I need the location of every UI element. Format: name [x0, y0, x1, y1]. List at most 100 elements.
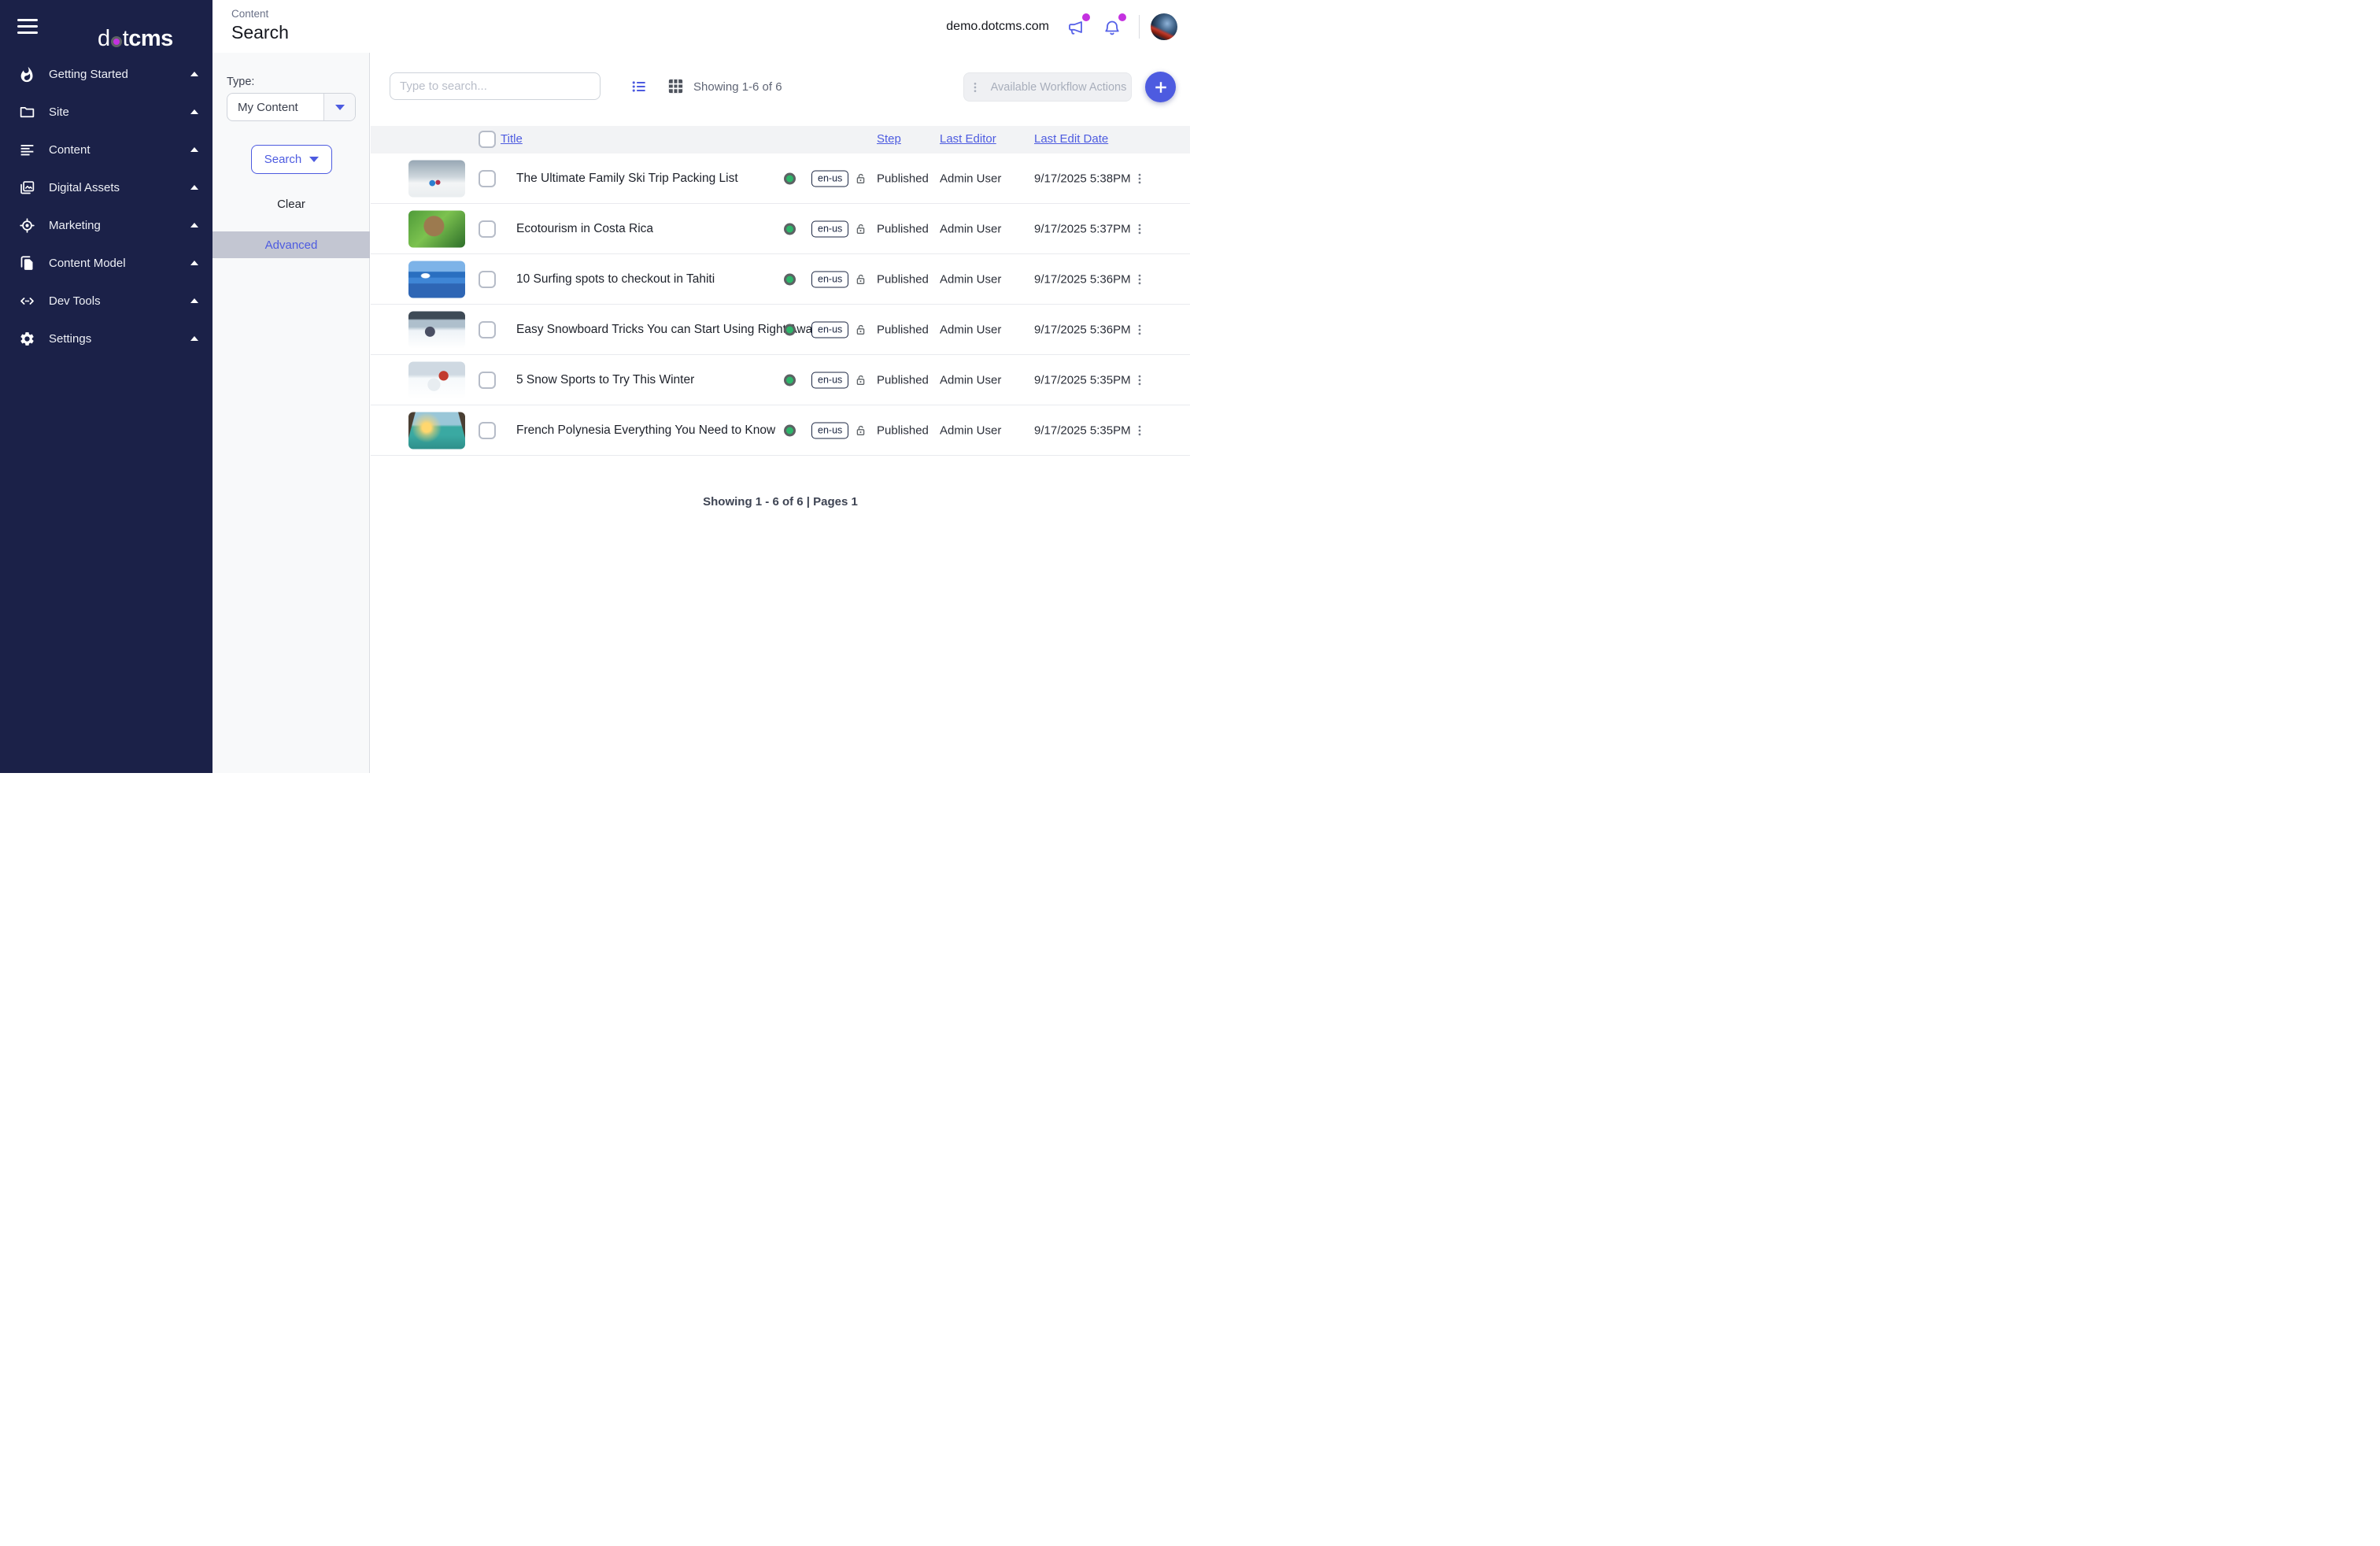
- chevron-up-icon[interactable]: [190, 298, 198, 303]
- plus-icon: [1154, 80, 1168, 94]
- chevron-down-icon: [309, 157, 319, 162]
- row-checkbox[interactable]: [479, 271, 496, 288]
- column-title[interactable]: Title: [501, 132, 523, 146]
- content-type-select[interactable]: My Content: [227, 93, 356, 121]
- table-row[interactable]: Easy Snowboard Tricks You can Start Usin…: [371, 305, 1190, 355]
- bell-icon: [1103, 18, 1122, 37]
- gear-icon: [19, 331, 35, 347]
- status-dot: [784, 324, 796, 335]
- row-editor: Admin User: [940, 222, 1001, 235]
- user-avatar[interactable]: [1151, 13, 1177, 40]
- sidebar-item-digital-assets[interactable]: Digital Assets: [0, 168, 213, 206]
- table-row[interactable]: French Polynesia Everything You Need to …: [371, 405, 1190, 456]
- logo-t: t: [123, 26, 129, 52]
- table-header: Title Step Last Editor Last Edit Date: [371, 126, 1190, 153]
- list-view-toggle[interactable]: [630, 78, 648, 95]
- status-dot: [784, 273, 796, 285]
- row-checkbox[interactable]: [479, 372, 496, 389]
- row-title: 10 Surfing spots to checkout in Tahiti: [516, 272, 715, 287]
- status-dot: [784, 172, 796, 184]
- row-checkbox[interactable]: [479, 220, 496, 238]
- status-dot: [784, 223, 796, 235]
- search-input[interactable]: [390, 72, 601, 100]
- select-caret-button[interactable]: [323, 94, 355, 120]
- table-row[interactable]: 10 Surfing spots to checkout in Tahiti e…: [371, 254, 1190, 305]
- column-last-edit-date[interactable]: Last Edit Date: [1034, 132, 1108, 146]
- row-actions-kebab[interactable]: [1133, 373, 1147, 387]
- column-step[interactable]: Step: [877, 132, 901, 146]
- chevron-up-icon[interactable]: [190, 185, 198, 190]
- row-date: 9/17/2025 5:36PM: [1034, 323, 1131, 336]
- target-icon: [19, 217, 35, 234]
- clear-button[interactable]: Clear: [213, 198, 370, 211]
- logo-cms: cms: [128, 26, 173, 52]
- logo-d: d: [98, 26, 110, 52]
- chevron-up-icon[interactable]: [190, 109, 198, 114]
- top-header: Content Search demo.dotcms.com: [213, 0, 1190, 53]
- column-last-editor[interactable]: Last Editor: [940, 132, 996, 146]
- row-editor: Admin User: [940, 373, 1001, 386]
- workflow-actions-button[interactable]: Available Workflow Actions: [963, 72, 1132, 102]
- grid-view-icon: [667, 77, 685, 95]
- grid-view-toggle[interactable]: [667, 77, 685, 95]
- table-row[interactable]: Ecotourism in Costa Rica en-us Published…: [371, 204, 1190, 254]
- content-lines-icon: [19, 142, 35, 158]
- sidebar-item-site[interactable]: Site: [0, 93, 213, 131]
- list-view-icon: [630, 78, 648, 95]
- notifications-button[interactable]: [1103, 17, 1123, 37]
- pagination-summary: Showing 1 - 6 of 6 | Pages 1: [371, 495, 1190, 509]
- row-actions-kebab[interactable]: [1133, 222, 1147, 236]
- row-editor: Admin User: [940, 272, 1001, 286]
- chevron-up-icon[interactable]: [190, 72, 198, 76]
- row-step: Published: [877, 172, 929, 185]
- kebab-icon: [969, 81, 981, 94]
- status-dot: [784, 374, 796, 386]
- row-editor: Admin User: [940, 323, 1001, 336]
- content-results-area: Showing 1-6 of 6 Available Workflow Acti…: [371, 53, 1190, 773]
- add-content-button[interactable]: [1145, 72, 1176, 102]
- row-date: 9/17/2025 5:36PM: [1034, 272, 1131, 286]
- chevron-down-icon: [335, 105, 345, 110]
- row-step: Published: [877, 323, 929, 336]
- sidebar-item-dev-tools[interactable]: Dev Tools: [0, 282, 213, 320]
- table-body: The Ultimate Family Ski Trip Packing Lis…: [371, 153, 1190, 456]
- content-type-value: My Content: [227, 101, 323, 114]
- row-actions-kebab[interactable]: [1133, 272, 1147, 287]
- hamburger-menu-icon[interactable]: [17, 19, 38, 35]
- row-actions-kebab[interactable]: [1133, 423, 1147, 438]
- kebab-icon: [1133, 323, 1147, 337]
- sidebar-item-settings[interactable]: Settings: [0, 320, 213, 357]
- chevron-up-icon[interactable]: [190, 147, 198, 152]
- sidebar-item-marketing[interactable]: Marketing: [0, 206, 213, 244]
- announcements-button[interactable]: [1066, 17, 1087, 37]
- advanced-toggle[interactable]: Advanced: [213, 231, 370, 258]
- search-button[interactable]: Search: [251, 145, 332, 174]
- table-row[interactable]: 5 Snow Sports to Try This Winter en-us P…: [371, 355, 1190, 405]
- sidebar: d t cms Getting Started Site Content Dig…: [0, 0, 213, 773]
- row-actions-kebab[interactable]: [1133, 172, 1147, 186]
- header-divider: [1139, 15, 1140, 39]
- lock-open-icon: [854, 172, 867, 185]
- site-hostname[interactable]: demo.dotcms.com: [946, 20, 1049, 34]
- select-all-checkbox[interactable]: [479, 131, 496, 148]
- type-label: Type:: [227, 76, 254, 88]
- row-checkbox[interactable]: [479, 321, 496, 338]
- row-checkbox[interactable]: [479, 170, 496, 187]
- row-editor: Admin User: [940, 172, 1001, 185]
- sidebar-item-content[interactable]: Content: [0, 131, 213, 168]
- sidebar-item-getting-started[interactable]: Getting Started: [0, 55, 213, 93]
- table-row[interactable]: The Ultimate Family Ski Trip Packing Lis…: [371, 153, 1190, 204]
- row-step: Published: [877, 423, 929, 437]
- row-checkbox[interactable]: [479, 422, 496, 439]
- sidebar-nav: Getting Started Site Content Digital Ass…: [0, 55, 213, 357]
- row-title: The Ultimate Family Ski Trip Packing Lis…: [516, 172, 738, 186]
- chevron-up-icon[interactable]: [190, 336, 198, 341]
- status-dot: [784, 424, 796, 436]
- row-step: Published: [877, 222, 929, 235]
- locale-badge: en-us: [811, 170, 848, 187]
- row-title: Easy Snowboard Tricks You can Start Usin…: [516, 323, 819, 337]
- chevron-up-icon[interactable]: [190, 223, 198, 227]
- sidebar-item-content-model[interactable]: Content Model: [0, 244, 213, 282]
- chevron-up-icon[interactable]: [190, 261, 198, 265]
- row-actions-kebab[interactable]: [1133, 323, 1147, 337]
